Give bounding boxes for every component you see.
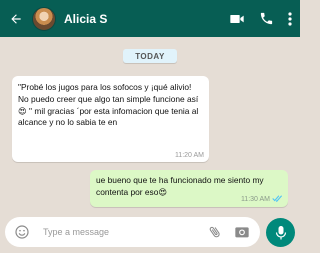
microphone-icon[interactable]: [266, 218, 295, 247]
message-outgoing[interactable]: ue bueno que te ha funcionado me siento …: [90, 170, 288, 207]
camera-icon[interactable]: [234, 224, 250, 240]
arrow-left-icon[interactable]: [2, 12, 30, 26]
phone-icon[interactable]: [259, 11, 274, 26]
message-text: "Probé los jugos para los sofocos y ¡qué…: [18, 82, 199, 128]
video-camera-icon[interactable]: [229, 11, 245, 27]
avatar[interactable]: [32, 6, 56, 31]
message-time: 11:20 AM: [174, 152, 204, 159]
double-check-icon: [272, 195, 283, 204]
more-vertical-icon[interactable]: [288, 11, 292, 26]
contact-name[interactable]: Alicia S: [64, 12, 229, 26]
chat-header: Alicia S: [0, 0, 300, 37]
date-divider: TODAY: [123, 49, 177, 63]
composer-bar: Type a message: [0, 213, 300, 253]
paperclip-icon[interactable]: [208, 224, 222, 240]
message-meta: 11:30 AM: [241, 195, 283, 204]
message-time: 11:30 AM: [240, 196, 270, 203]
message-incoming[interactable]: "Probé los jugos para los sofocos y ¡qué…: [12, 76, 209, 162]
chat-area[interactable]: TODAY "Probé los jugos para los sofocos …: [0, 37, 300, 213]
emoji-icon[interactable]: [11, 224, 33, 240]
message-input-container[interactable]: Type a message: [5, 217, 260, 247]
message-input[interactable]: Type a message: [43, 227, 208, 237]
